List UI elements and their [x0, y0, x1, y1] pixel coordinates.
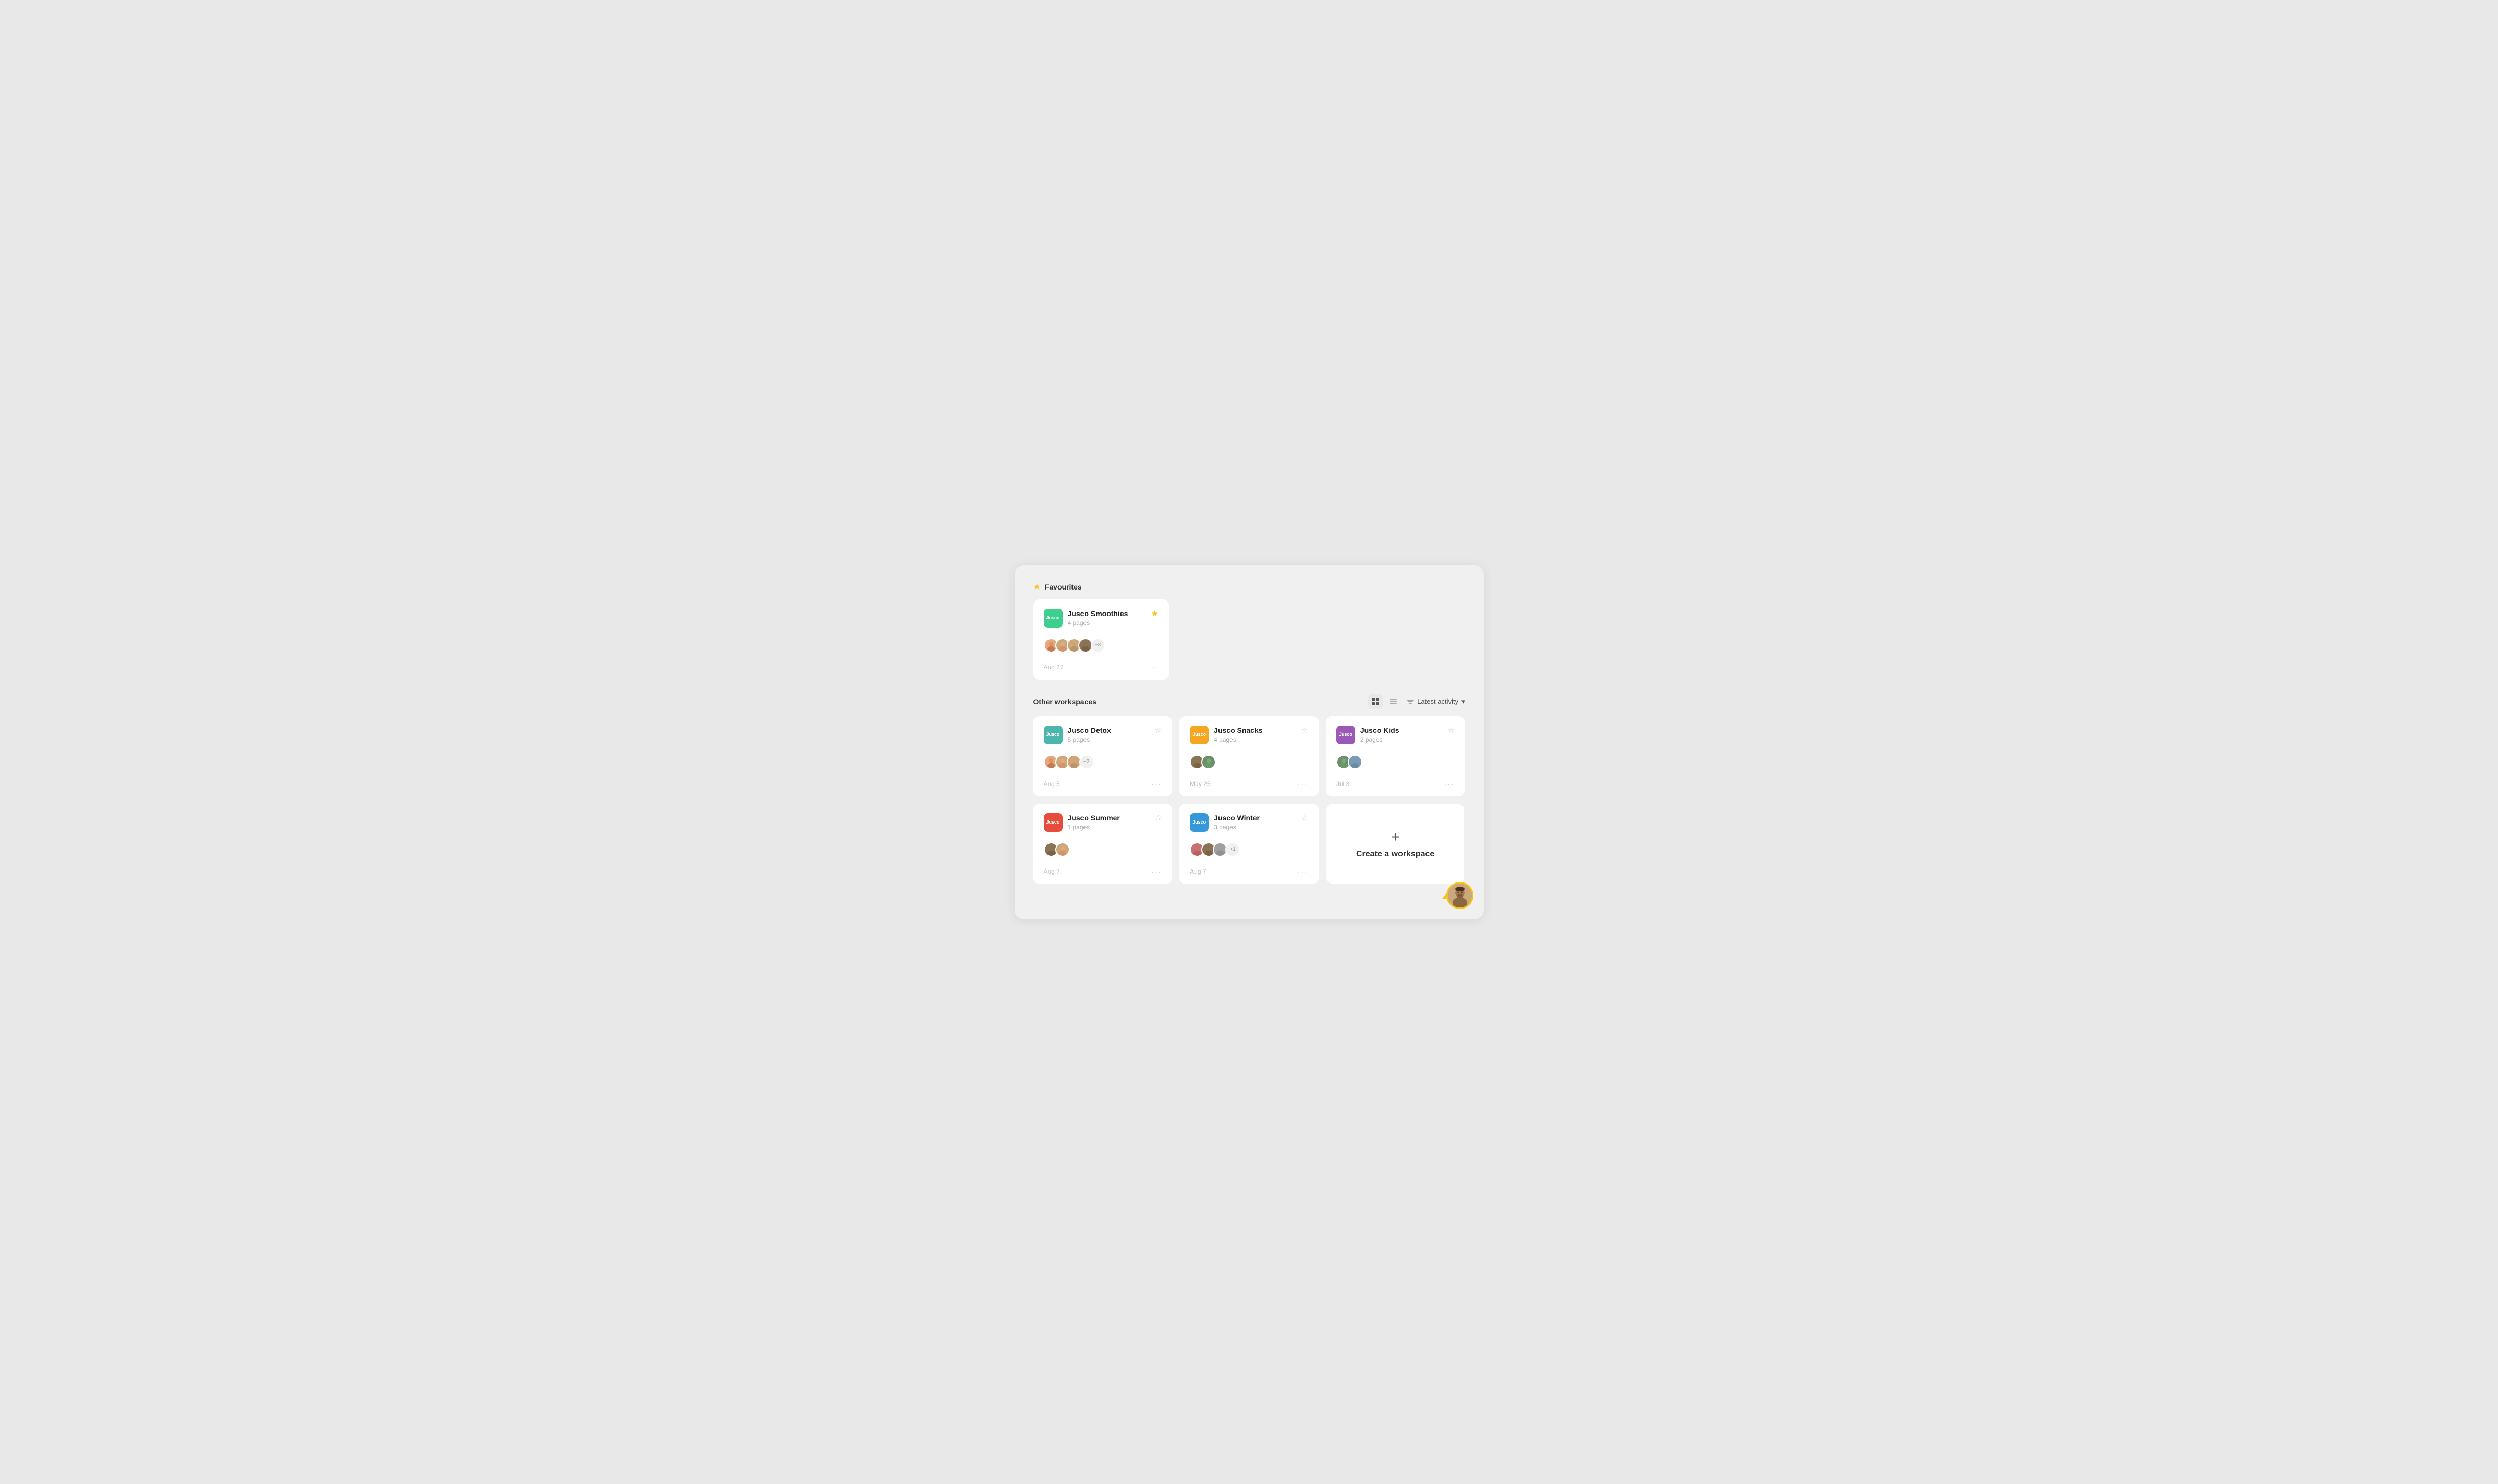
- card-date-kids: Jul 3: [1336, 780, 1349, 788]
- card-menu-smoothies[interactable]: ···: [1148, 663, 1159, 671]
- favourites-star-icon: ★: [1033, 582, 1041, 592]
- user-avatar[interactable]: [1446, 882, 1473, 909]
- workspace-pages-smoothies: 4 pages: [1068, 619, 1128, 627]
- avatars-row-smoothies: +3: [1044, 638, 1159, 653]
- workspace-name-snacks: Jusco Snacks: [1214, 726, 1262, 735]
- workspace-star-kids[interactable]: ☆: [1447, 726, 1454, 735]
- workspace-card-snacks[interactable]: Jusco Jusco Snacks 4 pages ☆ May 25 ···: [1179, 716, 1319, 796]
- workspace-star-smoothies[interactable]: ★: [1151, 609, 1158, 618]
- view-toggle: [1368, 694, 1400, 709]
- card-date-smoothies: Aug 27: [1044, 664, 1064, 671]
- other-workspaces-header: Other workspaces: [1033, 694, 1465, 709]
- workspace-card-summer[interactable]: Jusco Jusco Summer 1 pages ☆ Aug 7 ···: [1033, 804, 1173, 884]
- workspace-card-kids[interactable]: Jusco Jusco Kids 2 pages ☆ Jul 3 ···: [1326, 716, 1465, 796]
- card-date-summer: Aug 7: [1044, 868, 1060, 875]
- card-date-winter: Aug 7: [1190, 868, 1206, 875]
- workspace-card-smoothies[interactable]: Jusco Jusco Smoothies 4 pages ★: [1033, 599, 1169, 680]
- avatar-su2: [1055, 842, 1070, 857]
- create-workspace-card[interactable]: + Create a workspace: [1326, 804, 1465, 884]
- workspace-logo-summer: Jusco: [1044, 813, 1063, 832]
- favourites-grid: Jusco Jusco Smoothies 4 pages ★: [1033, 599, 1169, 680]
- grid-icon: [1371, 697, 1380, 706]
- workspace-name-kids: Jusco Kids: [1360, 726, 1399, 735]
- workspace-pages-kids: 2 pages: [1360, 736, 1399, 743]
- grid-view-button[interactable]: [1368, 694, 1383, 709]
- card-menu-kids[interactable]: ···: [1444, 780, 1454, 788]
- workspace-card-detox[interactable]: Jusco Jusco Detox 5 pages ☆ +2 Aug 5 ···: [1033, 716, 1173, 796]
- sort-icon: [1407, 698, 1414, 705]
- workspace-pages-summer: 1 pages: [1068, 824, 1120, 831]
- avatars-row-summer: [1044, 842, 1162, 857]
- avatar-count-smoothies: +3: [1091, 638, 1105, 653]
- card-menu-winter[interactable]: ···: [1298, 867, 1308, 876]
- create-plus-icon: +: [1391, 830, 1399, 844]
- card-title-area: Jusco Jusco Smoothies 4 pages: [1044, 609, 1128, 628]
- workspace-logo-smoothies: Jusco: [1044, 609, 1063, 628]
- user-avatar-container: [1442, 882, 1473, 909]
- workspace-pages-detox: 5 pages: [1068, 736, 1111, 743]
- create-workspace-label: Create a workspace: [1356, 850, 1434, 859]
- avatar-k2: [1348, 755, 1362, 769]
- header-controls: Latest activity ▾: [1368, 694, 1465, 709]
- card-footer-smoothies: Aug 27 ···: [1044, 663, 1159, 671]
- card-menu-detox[interactable]: ···: [1151, 780, 1162, 788]
- workspace-logo-detox: Jusco: [1044, 726, 1063, 744]
- avatar-count-winter: +1: [1225, 842, 1240, 857]
- workspace-pages-snacks: 4 pages: [1214, 736, 1262, 743]
- workspace-logo-snacks: Jusco: [1190, 726, 1209, 744]
- workspace-star-detox[interactable]: ☆: [1155, 726, 1162, 735]
- workspace-star-winter[interactable]: ☆: [1301, 813, 1308, 823]
- workspace-card-winter[interactable]: Jusco Jusco Winter 3 pages ☆ +1 Aug 7 ··…: [1179, 804, 1319, 884]
- avatars-row-winter: +1: [1190, 842, 1308, 857]
- avatar-count-detox: +2: [1079, 755, 1094, 769]
- other-workspaces-title: Other workspaces: [1033, 697, 1096, 706]
- workspace-name-detox: Jusco Detox: [1068, 726, 1111, 735]
- favourites-title: Favourites: [1045, 583, 1082, 591]
- card-header: Jusco Jusco Smoothies 4 pages ★: [1044, 609, 1159, 628]
- list-icon: [1389, 697, 1397, 706]
- list-view-button[interactable]: [1386, 694, 1400, 709]
- card-menu-summer[interactable]: ···: [1151, 867, 1162, 876]
- workspace-pages-winter: 3 pages: [1214, 824, 1260, 831]
- card-date-snacks: May 25: [1190, 780, 1210, 788]
- avatars-row-kids: [1336, 755, 1455, 769]
- workspace-star-summer[interactable]: ☆: [1155, 813, 1162, 823]
- workspace-name-winter: Jusco Winter: [1214, 814, 1260, 823]
- workspace-logo-kids: Jusco: [1336, 726, 1355, 744]
- avatars-row-detox: +2: [1044, 755, 1162, 769]
- workspace-name-summer: Jusco Summer: [1068, 814, 1120, 823]
- card-menu-snacks[interactable]: ···: [1298, 780, 1308, 788]
- chevron-down-icon: ▾: [1461, 697, 1465, 706]
- workspace-star-snacks[interactable]: ☆: [1301, 726, 1308, 735]
- avatars-row-snacks: [1190, 755, 1308, 769]
- user-avatar-image: [1448, 882, 1472, 909]
- workspaces-grid: Jusco Jusco Detox 5 pages ☆ +2 Aug 5 ···: [1033, 716, 1465, 884]
- app-container: ★ Favourites Jusco Jusco Smoothies 4 pag…: [1015, 565, 1484, 919]
- avatar-s2: [1201, 755, 1216, 769]
- sort-label: Latest activity: [1417, 697, 1458, 705]
- favourites-section-header: ★ Favourites: [1033, 582, 1465, 592]
- workspace-name-smoothies: Jusco Smoothies: [1068, 609, 1128, 618]
- card-date-detox: Aug 5: [1044, 780, 1060, 788]
- workspace-logo-winter: Jusco: [1190, 813, 1209, 832]
- sort-button[interactable]: Latest activity ▾: [1407, 697, 1465, 706]
- notification-triangle: [1442, 892, 1447, 899]
